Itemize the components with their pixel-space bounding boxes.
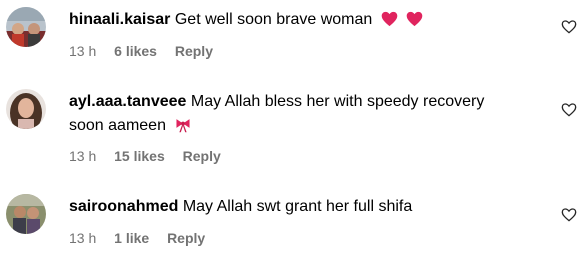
ribbon-emoji [174,117,192,140]
comment-text: ayl.aaa.tanveee May Allah bless her with… [69,91,484,113]
avatar[interactable] [6,89,46,129]
likes-count[interactable]: 1 like [114,230,149,246]
comment-meta: 13 h 15 likes Reply [69,147,221,165]
comment-body: Get well soon brave woman [174,11,373,28]
comment-text: sairoonahmed May Allah swt grant her ful… [69,196,412,218]
avatar[interactable] [6,194,46,234]
heart-outline-icon[interactable] [561,207,577,223]
red-heart-emoji [381,11,398,34]
reply-button[interactable]: Reply [167,230,205,246]
timestamp: 13 h [69,148,97,164]
timestamp: 13 h [69,230,97,246]
comment-item: sairoonahmed May Allah swt grant her ful… [0,185,583,266]
comment-meta: 13 h 6 likes Reply [69,42,213,60]
heart-outline-icon[interactable] [561,19,577,35]
username[interactable]: hinaali.kaisar [69,11,170,28]
timestamp: 13 h [69,43,97,59]
comment-item: hinaali.kaisar Get well soon brave woman… [0,0,583,70]
heart-outline-icon[interactable] [561,102,577,118]
comment-meta: 13 h 1 like Reply [69,229,205,247]
red-heart-emoji [406,11,423,34]
reply-button[interactable]: Reply [175,43,213,59]
avatar[interactable] [6,7,46,47]
comment-body: May Allah bless her with speedy recovery [190,93,485,110]
comment-body: soon aameen [69,117,166,134]
reply-button[interactable]: Reply [183,148,221,164]
likes-count[interactable]: 15 likes [114,148,165,164]
username[interactable]: ayl.aaa.tanveee [69,93,186,110]
username[interactable]: sairoonahmed [69,198,178,215]
comment-body: May Allah swt grant her full shifa [182,198,413,215]
comment-item: ayl.aaa.tanveee May Allah bless her with… [0,80,583,170]
likes-count[interactable]: 6 likes [114,43,157,59]
comment-text: hinaali.kaisar Get well soon brave woman [69,9,423,34]
comment-text-continued: soon aameen [69,115,192,140]
